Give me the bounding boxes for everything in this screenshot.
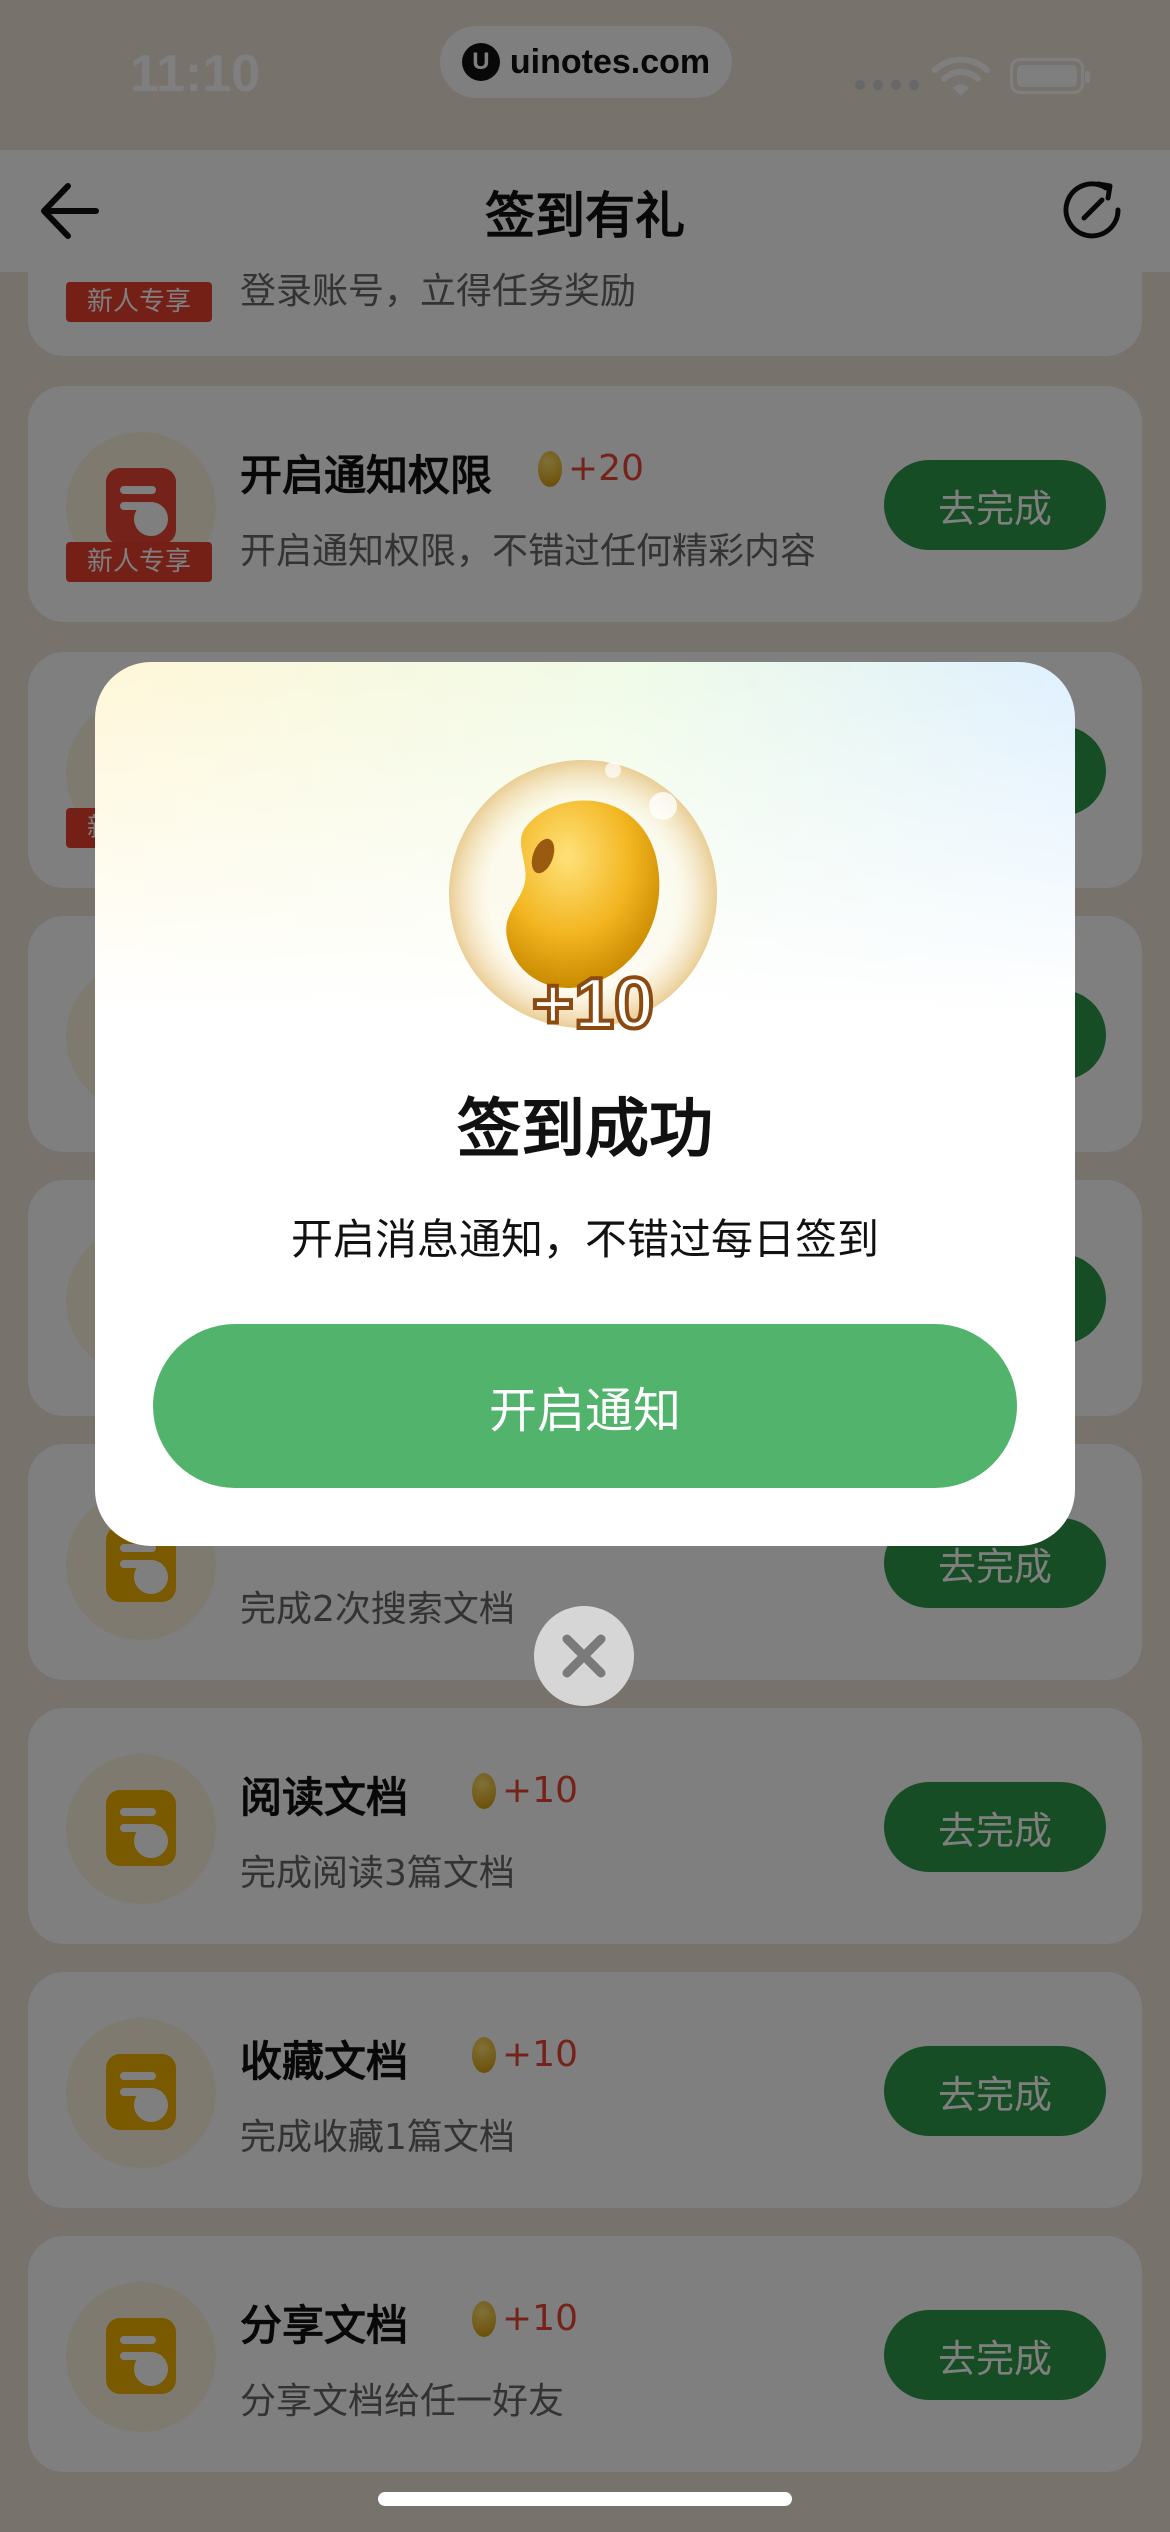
modal-message: 开启消息通知，不错过每日签到 <box>290 1215 879 1264</box>
close-modal-button[interactable] <box>534 1606 634 1706</box>
modal-title: 签到成功 <box>457 1093 713 1167</box>
coin-amount-label: +10 <box>532 964 654 1034</box>
enable-notification-button[interactable]: 开启通知 <box>153 1324 1017 1488</box>
task-page: 新人专享 登录账号，立得任务奖励 新人专享 开启通知权限 +20 开启通知权限，… <box>0 0 1170 2532</box>
bean-coin-icon: +10 <box>449 760 717 1034</box>
close-icon <box>562 1634 606 1678</box>
checkin-success-modal: +10 签到成功 开启消息通知，不错过每日签到 开启通知 <box>95 662 1075 1546</box>
home-indicator[interactable] <box>378 2492 792 2506</box>
